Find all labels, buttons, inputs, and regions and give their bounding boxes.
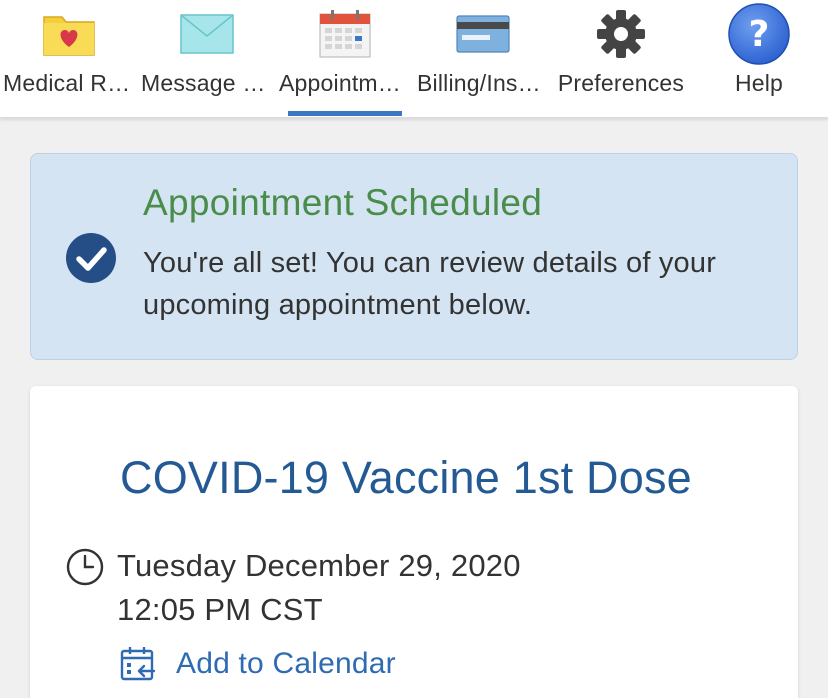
- nav-item-medical-records[interactable]: Medical Records: [0, 0, 138, 118]
- add-to-calendar-link[interactable]: Add to Calendar: [120, 642, 396, 686]
- nav-item-help[interactable]: ? Help: [690, 0, 828, 118]
- nav-label: Medical Records: [3, 70, 138, 96]
- folder-heart-icon: [34, 6, 104, 62]
- envelope-icon: [172, 6, 242, 62]
- gear-icon: [586, 6, 656, 62]
- nav-label: Preferences: [557, 70, 685, 96]
- add-to-calendar-label: Add to Calendar: [176, 647, 396, 680]
- nav-label: Billing/Insurance: [417, 70, 552, 96]
- banner-title: Appointment Scheduled: [143, 182, 543, 223]
- credit-card-icon: [448, 6, 518, 62]
- nav-item-appointments[interactable]: Appointments: [276, 0, 414, 118]
- nav-item-message-center[interactable]: Message Center: [138, 0, 276, 118]
- nav-label: Help: [734, 70, 784, 96]
- check-circle-icon: [66, 233, 116, 283]
- nav-label: Appointments: [279, 70, 414, 96]
- appointment-time: 12:05 PM CST: [117, 592, 323, 627]
- nav-item-billing[interactable]: Billing/Insurance: [414, 0, 552, 118]
- question-icon: ?: [724, 3, 794, 65]
- calendar-add-icon: [120, 647, 156, 681]
- calendar-icon: [310, 6, 380, 62]
- svg-text:?: ?: [749, 14, 770, 55]
- appointment-title: COVID-19 Vaccine 1st Dose: [120, 452, 692, 503]
- banner-message: You're all set! You can review details o…: [143, 247, 717, 321]
- clock-icon: [66, 548, 104, 586]
- appointment-date: Tuesday December 29, 2020: [117, 548, 521, 583]
- success-banner: Appointment Scheduled You're all set! Yo…: [30, 153, 798, 360]
- nav-item-preferences[interactable]: Preferences: [552, 0, 690, 118]
- active-tab-indicator: [288, 111, 402, 116]
- nav-label: Message Center: [141, 70, 276, 96]
- appointment-card: COVID-19 Vaccine 1st Dose Tuesday Decemb…: [30, 386, 798, 698]
- top-navigation: Medical Records Message Center: [0, 0, 828, 118]
